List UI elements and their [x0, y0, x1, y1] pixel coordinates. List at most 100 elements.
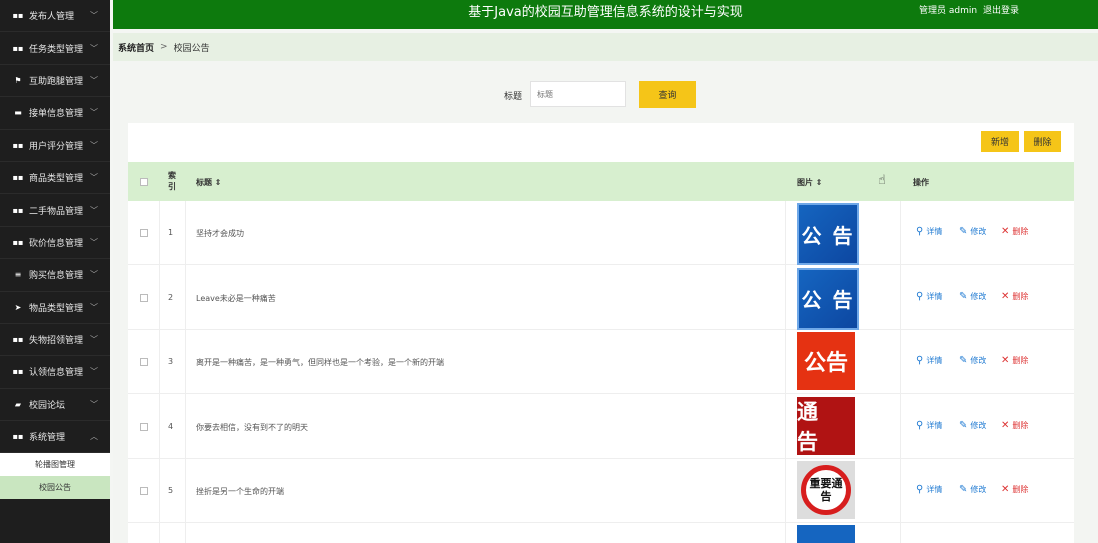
sidebar-item-11[interactable]: ▪▪ 认领信息管理 ﹀: [0, 356, 110, 389]
detail-button[interactable]: ⚲ 详情: [916, 291, 942, 302]
sidebar-item-3[interactable]: ▬ 接单信息管理 ﹀: [0, 97, 110, 130]
sidebar-item-label: 接单信息管理: [29, 109, 84, 120]
sidebar-item-2[interactable]: ⚑ 互助跑腿管理 ﹀: [0, 65, 110, 98]
search-button[interactable]: 查询: [639, 81, 696, 108]
notice-image-text: 公 告: [801, 288, 855, 313]
search-icon: ⚲: [916, 484, 924, 496]
sidebar-item-8[interactable]: ≡ 购买信息管理 ﹀: [0, 259, 110, 292]
detail-button[interactable]: ⚲ 详情: [916, 420, 942, 431]
delete-label: 删除: [1012, 485, 1029, 495]
row-checkbox[interactable]: [140, 293, 148, 302]
sidebar-item-0[interactable]: ▪▪ 发布人管理 ﹀: [0, 0, 110, 33]
row-title: 挫折是另一个生命的开端: [196, 487, 284, 497]
top-header: 基于Java的校园互助管理信息系统的设计与实现 管理员 admin 退出登录: [113, 0, 1098, 29]
grid-icon: ▪▪: [12, 43, 24, 53]
sidebar-item-label: 失物招领管理: [29, 336, 84, 347]
chevron-down-icon: ﹀: [90, 140, 98, 150]
sidebar-item-4[interactable]: ▪▪ 用户评分管理 ﹀: [0, 130, 110, 162]
table-row: 3 离开是一种痛苦，是一种勇气，但同样也是一个考验，是一个新的开端 公告 ⚲ 详情…: [128, 330, 1074, 395]
sidebar-item-label: 商品类型管理: [29, 174, 84, 185]
row-title: Leave未必是一种痛苦: [196, 293, 276, 303]
breadcrumb-current: 校园公告: [173, 43, 210, 54]
delete-button[interactable]: ✕ 删除: [1001, 420, 1028, 431]
delete-button[interactable]: ✕ 删除: [1001, 355, 1028, 366]
breadcrumb-home[interactable]: 系统首页: [118, 41, 154, 54]
sidebar-item-5[interactable]: ▪▪ 商品类型管理 ﹀: [0, 162, 110, 195]
pencil-icon: ✎: [959, 290, 968, 302]
grid-icon: ▪▪: [12, 367, 24, 377]
edit-button[interactable]: ✎ 修改: [959, 226, 986, 237]
delete-button[interactable]: ✕ 删除: [1001, 226, 1028, 237]
edit-button[interactable]: ✎ 修改: [959, 291, 986, 302]
select-all-checkbox[interactable]: [140, 178, 148, 186]
breadcrumb-separator: >: [160, 42, 168, 52]
grid-icon: ▪▪: [12, 237, 24, 247]
row-image: 公告: [797, 332, 855, 391]
grid-icon: ▪▪: [12, 173, 24, 183]
add-button[interactable]: 新增: [981, 131, 1019, 152]
sidebar-item-label: 物品类型管理: [29, 303, 84, 314]
submenu-item-0[interactable]: 轮播图管理: [0, 453, 110, 476]
table-row: 1 坚持才会成功 公 告 ⚲ 详情 ✎ 修改 ✕ 删除: [128, 201, 1074, 265]
sidebar-item-7[interactable]: ▪▪ 砍价信息管理 ﹀: [0, 227, 110, 260]
chevron-down-icon: ﹀: [90, 43, 98, 53]
row-checkbox[interactable]: [140, 358, 148, 367]
chevron-down-icon: ﹀: [90, 302, 98, 312]
list-icon: ≡: [14, 270, 22, 280]
table-row: 5 挫折是另一个生命的开端 重要通告 ⚲ 详情 ✎ 修改 ✕ 删除: [128, 459, 1074, 524]
edit-button[interactable]: ✎ 修改: [959, 420, 986, 431]
detail-button[interactable]: ⚲ 详情: [916, 355, 942, 366]
header-title[interactable]: 标题 ⇕: [196, 177, 222, 188]
sidebar-item-1[interactable]: ▪▪ 任务类型管理 ﹀: [0, 32, 110, 65]
header-image[interactable]: 图片 ⇕: [797, 177, 823, 188]
chevron-down-icon: ﹀: [90, 75, 98, 85]
row-title: 离开是一种痛苦，是一种勇气，但同样也是一个考验，是一个新的开端: [196, 358, 444, 368]
sidebar: ▪▪ 发布人管理 ﹀ ▪▪ 任务类型管理 ﹀ ⚑ 互助跑腿管理 ﹀ ▬ 接单信息管理 …: [0, 0, 110, 543]
sidebar-item-label: 认领信息管理: [29, 368, 84, 379]
current-user: 管理员 admin: [919, 6, 978, 16]
edit-label: 修改: [970, 356, 987, 366]
notice-image-text: 通 告: [797, 399, 822, 454]
row-checkbox[interactable]: [140, 229, 148, 237]
sidebar-item-12[interactable]: ▰ 校园论坛 ﹀: [0, 389, 110, 422]
search-icon: ⚲: [916, 290, 924, 302]
sidebar-submenu: 轮播图管理 校园公告: [0, 453, 110, 500]
sidebar-item-label: 发布人管理: [29, 12, 75, 23]
detail-button[interactable]: ⚲ 详情: [916, 484, 942, 495]
edit-label: 修改: [970, 485, 987, 495]
sidebar-item-13[interactable]: ▪▪ 系统管理 ︿: [0, 421, 110, 454]
delete-button[interactable]: ✕ 删除: [1001, 291, 1028, 302]
row-checkbox[interactable]: [140, 422, 148, 431]
sidebar-item-6[interactable]: ▪▪ 二手物品管理 ﹀: [0, 194, 110, 227]
row-checkbox[interactable]: [140, 487, 148, 496]
delete-label: 删除: [1012, 291, 1029, 301]
batch-delete-button[interactable]: 删除: [1024, 131, 1061, 152]
chevron-down-icon: ﹀: [90, 237, 98, 247]
column-divider: [159, 201, 160, 543]
header-actions: 操作: [913, 178, 929, 187]
delete-label: 删除: [1012, 227, 1029, 236]
table-header: 索引 标题 ⇕ 图片 ⇕ 操作: [128, 162, 1074, 201]
delete-button[interactable]: ✕ 删除: [1001, 484, 1028, 495]
sidebar-item-9[interactable]: ➤ 物品类型管理 ﹀: [0, 292, 110, 324]
edit-button[interactable]: ✎ 修改: [959, 355, 986, 366]
row-image-partial: [797, 525, 855, 543]
close-icon: ✕: [1001, 355, 1010, 367]
row-index: 3: [168, 357, 174, 367]
detail-button[interactable]: ⚲ 详情: [916, 226, 942, 237]
row-image: 通 告: [797, 396, 855, 455]
submenu-item-1[interactable]: 校园公告: [0, 476, 110, 500]
search-input[interactable]: [530, 81, 626, 107]
grid-icon: ▪▪: [12, 140, 24, 150]
notice-image-text: 公告: [803, 351, 848, 377]
logout-link[interactable]: 退出登录: [983, 0, 1019, 22]
sidebar-item-10[interactable]: ▪▪ 失物招领管理 ﹀: [0, 324, 110, 357]
detail-label: 详情: [926, 420, 943, 430]
edit-button[interactable]: ✎ 修改: [959, 484, 986, 495]
row-image: 重要通告: [797, 461, 855, 520]
chevron-down-icon: ﹀: [90, 173, 98, 183]
column-divider: [785, 201, 786, 543]
sidebar-item-label: 系统管理: [29, 433, 66, 444]
detail-label: 详情: [926, 291, 943, 301]
close-icon: ✕: [1001, 484, 1010, 496]
